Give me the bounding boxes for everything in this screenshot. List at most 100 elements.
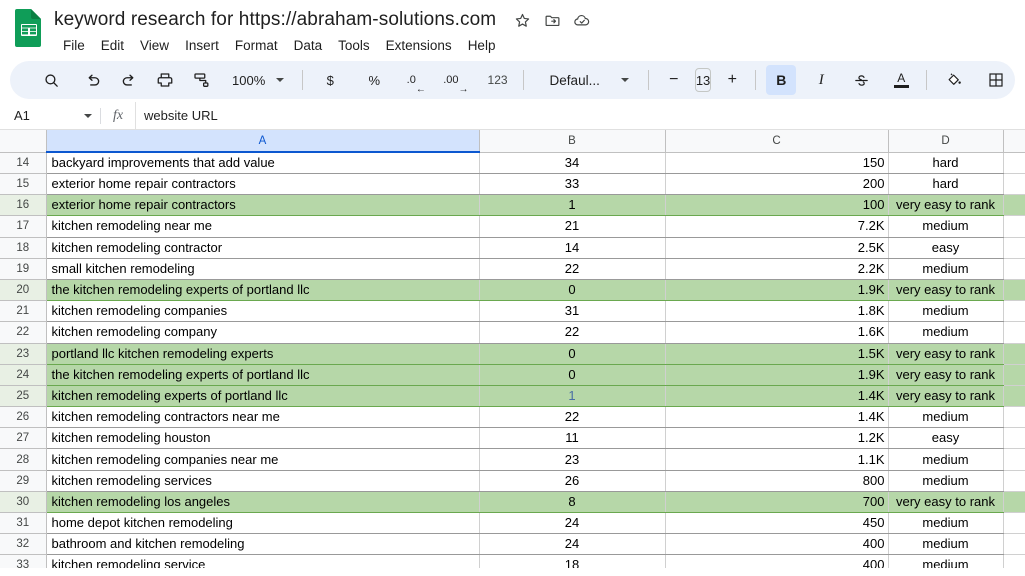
cell-keyword[interactable]: kitchen remodeling service (45, 554, 480, 568)
table-row[interactable]: 15 exterior home repair contractors 33 200 h… (0, 172, 1025, 196)
column-header-d[interactable]: D (887, 130, 1004, 153)
cell-empty[interactable] (1002, 554, 1025, 568)
table-row[interactable]: 22 kitchen remodeling company 22 1.6K medium (0, 321, 1025, 344)
column-header-c[interactable]: C (664, 130, 889, 153)
font-family-select[interactable]: Defaul... (542, 65, 608, 95)
cell-empty[interactable] (1002, 511, 1025, 535)
bold-button[interactable]: B (766, 65, 797, 95)
cell-difficulty[interactable]: 0 (478, 363, 666, 386)
more-formats-button[interactable]: 123 (483, 65, 513, 95)
cell-volume[interactable]: 1.9K (664, 278, 889, 302)
cell-rating[interactable]: very easy to rank (887, 384, 1004, 408)
cell-rating[interactable]: medium (887, 257, 1004, 280)
cell-empty[interactable] (1002, 533, 1025, 556)
cell-rating[interactable]: hard (887, 172, 1004, 196)
print-icon[interactable] (150, 65, 180, 95)
cell-volume[interactable]: 1.5K (664, 342, 889, 365)
menu-data[interactable]: Data (286, 35, 331, 57)
menu-edit[interactable]: Edit (93, 35, 132, 57)
row-header[interactable]: 30 (0, 490, 47, 514)
table-row[interactable]: 23 portland llc kitchen remodeling expert… (0, 342, 1025, 365)
cell-rating[interactable]: very easy to rank (887, 194, 1004, 217)
paint-format-icon[interactable] (186, 65, 216, 95)
cell-difficulty[interactable]: 33 (478, 172, 666, 196)
cell-empty[interactable] (1002, 236, 1025, 259)
cell-rating[interactable]: medium (887, 406, 1004, 429)
cell-difficulty[interactable]: 24 (478, 533, 666, 556)
cell-keyword[interactable]: kitchen remodeling houston (45, 427, 480, 450)
zoom-control[interactable]: 100% (226, 65, 290, 95)
cell-empty[interactable] (1002, 215, 1025, 238)
row-header[interactable]: 31 (0, 511, 47, 535)
row-header[interactable]: 26 (0, 406, 47, 429)
cell-rating[interactable]: medium (887, 554, 1004, 568)
cell-difficulty[interactable]: 22 (478, 257, 666, 280)
cell-keyword[interactable]: bathroom and kitchen remodeling (45, 533, 480, 556)
menu-file[interactable]: File (55, 35, 93, 57)
table-row[interactable]: 18 kitchen remodeling contractor 14 2.5K eas… (0, 236, 1025, 259)
row-header[interactable]: 18 (0, 236, 47, 259)
decrease-font-size-button[interactable]: − (659, 65, 689, 95)
cell-difficulty[interactable]: 0 (478, 342, 666, 365)
row-header[interactable]: 19 (0, 257, 47, 280)
row-header[interactable]: 15 (0, 172, 47, 196)
cell-volume[interactable]: 1.6K (664, 321, 889, 344)
cell-keyword[interactable]: kitchen remodeling companies (45, 300, 480, 323)
cell-keyword[interactable]: small kitchen remodeling (45, 257, 480, 280)
cell-volume[interactable]: 1.2K (664, 427, 889, 450)
cell-empty[interactable] (1002, 172, 1025, 196)
cell-volume[interactable]: 1.9K (664, 363, 889, 386)
cell-difficulty[interactable]: 11 (478, 427, 666, 450)
cell-rating[interactable]: medium (887, 448, 1004, 471)
cell-keyword[interactable]: kitchen remodeling services (45, 469, 480, 492)
table-row[interactable]: 20 the kitchen remodeling experts of port… (0, 278, 1025, 302)
cell-rating[interactable]: very easy to rank (887, 342, 1004, 365)
cell-rating[interactable]: easy (887, 427, 1004, 450)
table-row[interactable]: 26 kitchen remodeling contractors near me… (0, 406, 1025, 429)
cell-difficulty[interactable]: 18 (478, 554, 666, 568)
cell-difficulty[interactable]: 8 (478, 490, 666, 514)
column-header-e[interactable] (1002, 130, 1025, 153)
cell-rating[interactable]: hard (887, 151, 1004, 174)
table-row[interactable]: 25 kitchen remodeling experts of portland… (0, 384, 1025, 408)
formula-input[interactable]: website URL (135, 102, 1025, 129)
cell-volume[interactable]: 400 (664, 554, 889, 568)
borders-icon[interactable] (981, 65, 1011, 95)
menu-extensions[interactable]: Extensions (378, 35, 460, 57)
table-row[interactable]: 21 kitchen remodeling companies 31 1.8K medi… (0, 300, 1025, 323)
italic-button[interactable]: I (806, 65, 836, 95)
menu-format[interactable]: Format (227, 35, 286, 57)
cell-volume[interactable]: 2.5K (664, 236, 889, 259)
cell-volume[interactable]: 200 (664, 172, 889, 196)
table-row[interactable]: 16 exterior home repair contractors 1 100 ve… (0, 194, 1025, 217)
cell-rating[interactable]: medium (887, 469, 1004, 492)
cell-keyword[interactable]: exterior home repair contractors (45, 194, 480, 217)
row-header[interactable]: 27 (0, 427, 47, 450)
cell-volume[interactable]: 150 (664, 151, 889, 174)
currency-format-button[interactable]: $ (315, 65, 345, 95)
cell-volume[interactable]: 7.2K (664, 215, 889, 238)
move-to-folder-icon[interactable] (540, 8, 564, 32)
cell-difficulty[interactable]: 34 (478, 151, 666, 174)
cell-empty[interactable] (1002, 278, 1025, 302)
table-row[interactable]: 19 small kitchen remodeling 22 2.2K medium (0, 257, 1025, 280)
cell-keyword[interactable]: backyard improvements that add value (45, 151, 480, 174)
cell-empty[interactable] (1002, 490, 1025, 514)
name-box[interactable]: A1 (0, 102, 100, 129)
cell-empty[interactable] (1002, 469, 1025, 492)
strikethrough-icon[interactable] (846, 65, 876, 95)
cell-empty[interactable] (1002, 406, 1025, 429)
cell-empty[interactable] (1002, 257, 1025, 280)
cell-difficulty[interactable]: 1 (478, 194, 666, 217)
table-row[interactable]: 14 backyard improvements that add value 34… (0, 151, 1025, 174)
cell-difficulty[interactable]: 21 (478, 215, 666, 238)
cell-rating[interactable]: medium (887, 511, 1004, 535)
cell-empty[interactable] (1002, 300, 1025, 323)
row-header[interactable]: 32 (0, 533, 47, 556)
undo-icon[interactable] (78, 65, 108, 95)
cell-keyword[interactable]: kitchen remodeling companies near me (45, 448, 480, 471)
table-row[interactable]: 29 kitchen remodeling services 26 800 medium (0, 469, 1025, 492)
column-header-a[interactable]: A (45, 130, 480, 153)
cell-difficulty[interactable]: 26 (478, 469, 666, 492)
star-icon[interactable] (510, 8, 534, 32)
